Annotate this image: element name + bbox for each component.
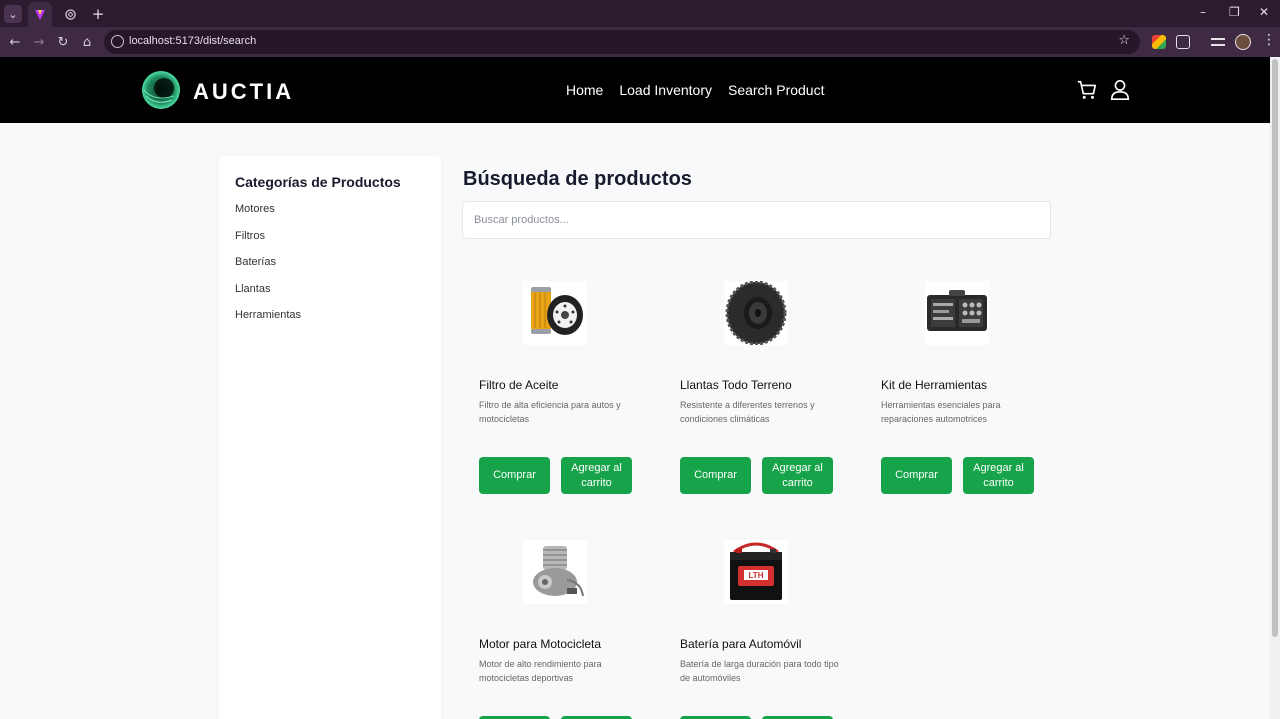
more-icon[interactable]: ⋮ — [1262, 32, 1276, 48]
scrollbar-thumb[interactable] — [1272, 59, 1278, 637]
product-name: Batería para Automóvil — [680, 637, 802, 651]
close-window-button[interactable]: ✕ — [1259, 5, 1269, 19]
motorcycle-engine-image — [523, 540, 587, 604]
star-icon[interactable]: ☆ — [1118, 33, 1130, 48]
site-header: AUCTIA Home Load Inventory Search Produc… — [0, 57, 1270, 123]
add-to-cart-button[interactable]: Agregar al carrito — [963, 457, 1034, 494]
buy-button[interactable]: Comprar — [479, 457, 550, 494]
category-herramientas[interactable]: Herramientas — [235, 309, 301, 321]
search-input[interactable] — [462, 201, 1051, 239]
category-motores[interactable]: Motores — [235, 203, 275, 215]
reload-icon[interactable]: ↻ — [55, 34, 71, 50]
browser-tab[interactable] — [58, 3, 82, 25]
product-name: Kit de Herramientas — [881, 378, 988, 392]
logo-icon[interactable] — [140, 70, 182, 110]
category-llantas[interactable]: Llantas — [235, 283, 270, 295]
url-text[interactable]: localhost:5173/dist/search — [129, 35, 256, 47]
user-icon[interactable] — [1109, 79, 1131, 101]
media-icon[interactable] — [1211, 38, 1225, 46]
puzzle-icon[interactable] — [1176, 35, 1190, 49]
home-icon[interactable]: ⌂ — [79, 34, 95, 50]
page-title: Búsqueda de productos — [463, 168, 692, 190]
tire-image — [724, 281, 788, 345]
product-name: Motor para Motocicleta — [479, 637, 602, 651]
sidebar-title: Categorías de Productos — [235, 174, 401, 190]
buy-button[interactable]: Comprar — [680, 457, 751, 494]
new-tab-button[interactable]: + — [89, 5, 107, 23]
nav-home[interactable]: Home — [566, 82, 603, 98]
minimize-button[interactable]: – — [1200, 5, 1206, 19]
browser-toolbar: ← → ↻ ⌂ localhost:5173/dist/search ☆ — [0, 27, 1280, 57]
oil-filter-image — [523, 281, 587, 345]
product-description: Herramientas esenciales para reparacione… — [881, 400, 1001, 424]
browser-tab-bar: ⌄ + – ❐ ✕ — [0, 0, 1280, 27]
profile-icon[interactable] — [1235, 34, 1251, 50]
browser-tab-active[interactable] — [28, 2, 52, 27]
category-baterias[interactable]: Baterías — [235, 256, 276, 268]
main-nav: Home Load Inventory Search Product — [566, 82, 824, 98]
product-description: Motor de alto rendimiento para motocicle… — [479, 659, 602, 683]
buy-button[interactable]: Comprar — [881, 457, 952, 494]
page-content: AUCTIA Home Load Inventory Search Produc… — [0, 57, 1270, 719]
product-description: Resistente a diferentes terrenos y condi… — [680, 400, 815, 424]
tab-list-icon[interactable]: ⌄ — [4, 5, 22, 23]
product-name: Filtro de Aceite — [479, 378, 559, 392]
site-info-icon[interactable] — [111, 35, 124, 48]
product-description: Batería de larga duración para todo tipo… — [680, 659, 839, 683]
add-to-cart-button[interactable]: Agregar al carrito — [762, 457, 833, 494]
page-scrollbar[interactable] — [1270, 57, 1280, 719]
svg-text:LTH: LTH — [749, 571, 764, 580]
car-battery-image: LTH — [724, 540, 788, 604]
category-sidebar: Categorías de Productos Motores Filtros … — [219, 156, 441, 719]
back-icon[interactable]: ← — [7, 34, 23, 50]
restore-button[interactable]: ❐ — [1229, 5, 1240, 19]
logo-text[interactable]: AUCTIA — [193, 79, 294, 105]
category-filtros[interactable]: Filtros — [235, 230, 265, 242]
nav-search-product[interactable]: Search Product — [728, 82, 825, 98]
extension-icon[interactable] — [1152, 35, 1166, 49]
tool-kit-image — [925, 281, 989, 345]
address-bar[interactable]: localhost:5173/dist/search ☆ — [104, 30, 1140, 54]
nav-load-inventory[interactable]: Load Inventory — [619, 82, 712, 98]
vite-favicon-icon — [35, 9, 45, 20]
product-description: Filtro de alta eficiencia para autos y m… — [479, 400, 621, 424]
globe-favicon-icon — [64, 8, 76, 20]
add-to-cart-button[interactable]: Agregar al carrito — [561, 457, 632, 494]
forward-icon[interactable]: → — [31, 34, 47, 50]
product-name: Llantas Todo Terreno — [680, 378, 792, 392]
cart-icon[interactable] — [1076, 79, 1098, 101]
